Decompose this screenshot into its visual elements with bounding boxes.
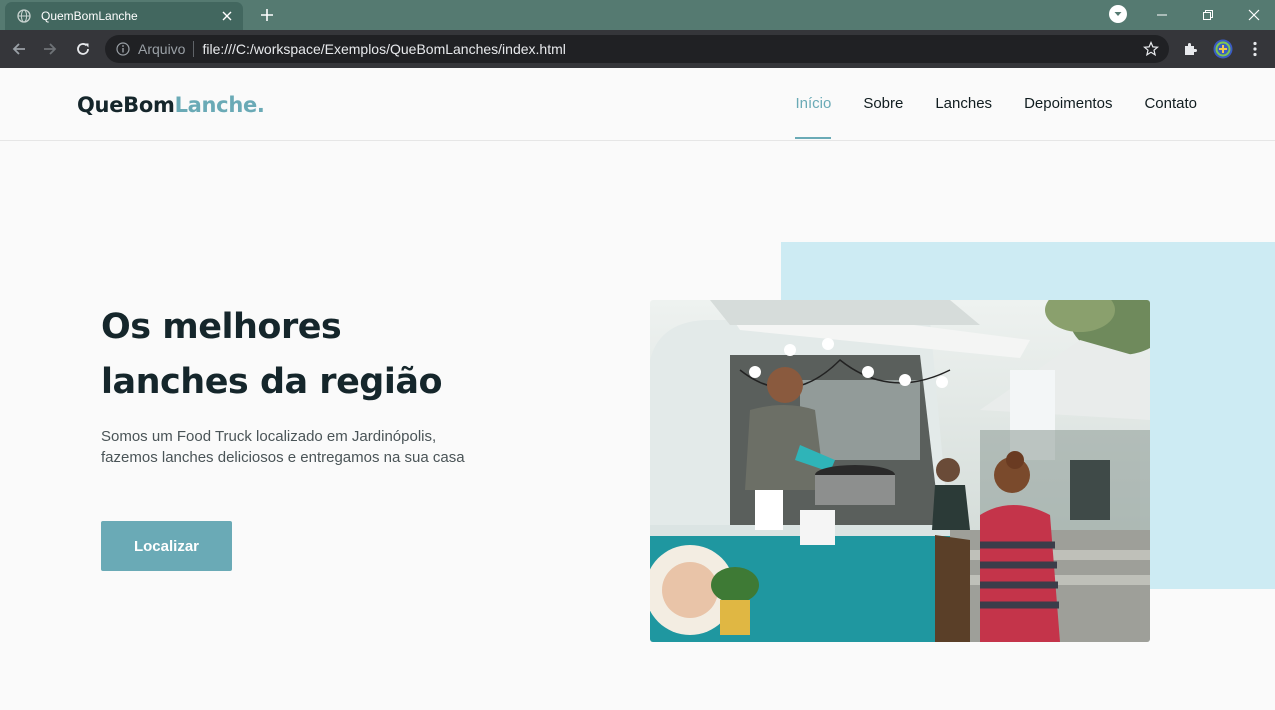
nav-item-sobre[interactable]: Sobre <box>863 68 903 140</box>
browser-tab-strip: QuemBomLanche <box>0 0 1275 30</box>
hero-title: Os melhores lanches da região <box>101 300 521 410</box>
extensions-puzzle-icon[interactable] <box>1180 39 1200 59</box>
nav-item-depoimentos[interactable]: Depoimentos <box>1024 68 1112 140</box>
hero-description: Somos um Food Truck localizado em Jardin… <box>101 428 465 466</box>
omnibox-divider <box>193 41 195 57</box>
site-logo[interactable]: QueBomLanche. <box>77 93 265 117</box>
globe-icon <box>17 9 31 23</box>
address-bar[interactable]: Arquivo file:///C:/workspace/Exemplos/Qu… <box>105 35 1169 63</box>
restore-icon[interactable] <box>1185 0 1231 30</box>
menu-kebab-icon[interactable] <box>1245 39 1265 59</box>
hero-food-truck-image <box>650 300 1150 642</box>
main-nav: Início Sobre Lanches Depoimentos Contato <box>795 68 1197 140</box>
forward-arrow-icon[interactable] <box>39 38 61 60</box>
new-tab-button[interactable] <box>257 5 277 25</box>
logo-text-accent: Lanche. <box>174 93 265 117</box>
tab-search-icon[interactable] <box>1109 5 1127 23</box>
close-tab-icon[interactable] <box>219 8 235 24</box>
reload-icon[interactable] <box>72 38 94 60</box>
nav-item-contato[interactable]: Contato <box>1144 68 1197 140</box>
nav-item-inicio[interactable]: Início <box>795 68 831 140</box>
localizar-button[interactable]: Localizar <box>101 521 232 571</box>
close-window-icon[interactable] <box>1231 0 1275 30</box>
browser-tab[interactable]: QuemBomLanche <box>5 2 243 30</box>
hero-title-line-1: Os melhores <box>101 307 342 347</box>
nav-item-lanches[interactable]: Lanches <box>935 68 992 140</box>
tab-title: QuemBomLanche <box>41 9 138 23</box>
hero-title-line-2: lanches da região <box>101 362 443 402</box>
info-icon[interactable] <box>116 42 130 56</box>
back-arrow-icon[interactable] <box>8 38 30 60</box>
minimize-icon[interactable] <box>1139 0 1185 30</box>
url-text[interactable]: file:///C:/workspace/Exemplos/QueBomLanc… <box>202 41 1143 57</box>
bookmark-star-icon[interactable] <box>1143 41 1159 57</box>
logo-text-dark: QueBom <box>77 93 175 117</box>
site-header: QueBomLanche. Início Sobre Lanches Depoi… <box>0 68 1275 141</box>
profile-avatar-icon[interactable] <box>1213 39 1233 59</box>
scheme-label: Arquivo <box>138 41 186 57</box>
